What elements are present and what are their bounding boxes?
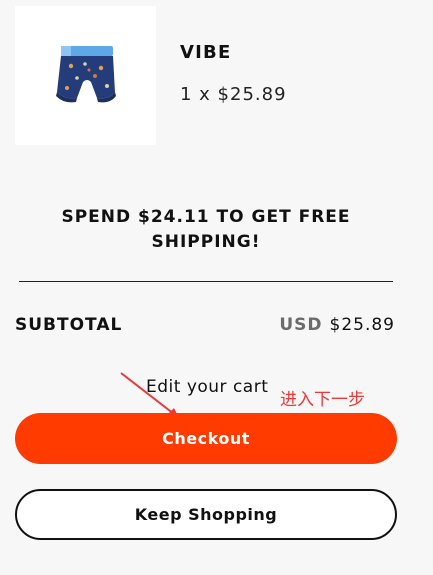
subtotal-label: SUBTOTAL: [15, 315, 123, 335]
checkout-button[interactable]: Checkout: [15, 413, 397, 464]
free-shipping-message: SPEND $24.11 TO GET FREE SHIPPING!: [61, 207, 351, 252]
boxer-brief-icon: [56, 46, 116, 103]
annotation-text: 进入下一步: [280, 390, 365, 410]
subtotal-amount: $25.89: [329, 315, 395, 335]
product-quantity-price: 1 x $25.89: [180, 84, 287, 105]
keep-shopping-button[interactable]: Keep Shopping: [15, 489, 397, 540]
subtotal-value: USD $25.89: [279, 315, 395, 335]
product-name[interactable]: VIBE: [180, 42, 231, 63]
product-image[interactable]: [15, 6, 156, 145]
divider: [19, 281, 393, 282]
subtotal-currency: USD: [279, 315, 323, 335]
